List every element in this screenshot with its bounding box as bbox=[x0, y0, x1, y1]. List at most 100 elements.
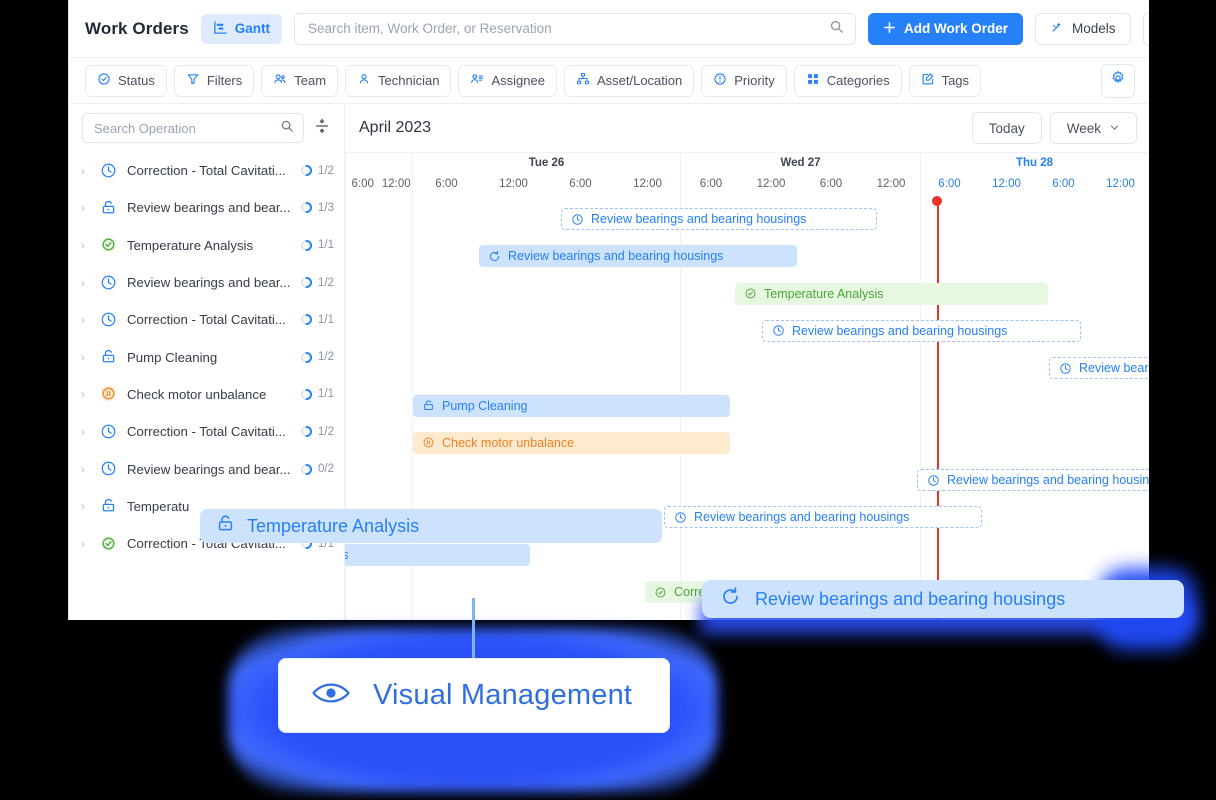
operation-search-input[interactable] bbox=[92, 119, 280, 137]
progress-indicator: 0/2 bbox=[300, 463, 334, 476]
gantt-bar[interactable]: Review bearings and bearing housings bbox=[479, 245, 797, 268]
grid-day-line bbox=[920, 200, 921, 620]
gantt-bar-label: Pump Cleaning bbox=[442, 398, 528, 413]
gantt-bar[interactable]: Review bearings and bearing housings bbox=[762, 319, 1081, 342]
magnified-bar-review-bearings[interactable]: Review bearings and bearing housings bbox=[702, 580, 1184, 618]
alert-circle-icon bbox=[713, 72, 727, 89]
operation-row[interactable]: › Temperature Analysis 1/1 bbox=[69, 227, 344, 264]
global-search[interactable] bbox=[294, 12, 857, 45]
settings-button[interactable] bbox=[1101, 63, 1135, 98]
page-title: Work Orders bbox=[85, 18, 189, 38]
filter-chip-label: Team bbox=[294, 73, 327, 88]
filter-chip-priority[interactable]: Priority bbox=[701, 64, 787, 97]
today-button[interactable]: Today bbox=[971, 112, 1042, 144]
operation-row[interactable]: › Pump Cleaning 1/2 bbox=[69, 338, 344, 375]
filter-chip-asset-location[interactable]: Asset/Location bbox=[563, 64, 695, 97]
check-circle-icon bbox=[97, 72, 111, 89]
collapse-rows-icon bbox=[315, 118, 329, 139]
progress-ring-icon bbox=[300, 426, 313, 438]
progress-label: 1/1 bbox=[318, 388, 334, 401]
filter-chip-filters[interactable]: Filters bbox=[173, 64, 255, 97]
magnified-bar-temperature-analysis[interactable]: Temperature Analysis bbox=[200, 509, 662, 543]
lock-icon bbox=[422, 399, 435, 412]
day-label: Wed 27 bbox=[780, 157, 821, 169]
progress-label: 0/2 bbox=[318, 463, 334, 476]
filter-chip-label: Status bbox=[118, 73, 155, 88]
expand-chevron-icon[interactable]: › bbox=[81, 202, 91, 214]
expand-chevron-icon[interactable]: › bbox=[81, 463, 91, 475]
gantt-bar-label: Review bearings and bearing housings bbox=[792, 323, 1008, 338]
gantt-bar[interactable]: Temperature Analysis bbox=[345, 543, 530, 566]
operation-row[interactable]: › Review bearings and bear... 1/3 bbox=[69, 189, 344, 226]
operation-search[interactable] bbox=[82, 113, 304, 143]
expand-chevron-icon[interactable]: › bbox=[81, 165, 91, 177]
expand-chevron-icon[interactable]: › bbox=[81, 538, 91, 550]
view-toggle-gantt[interactable]: Gantt bbox=[200, 13, 283, 44]
progress-indicator: 1/2 bbox=[300, 164, 334, 177]
lock-icon bbox=[216, 514, 235, 538]
gantt-bar[interactable]: Review bearings and bearing housings bbox=[664, 506, 982, 529]
clock-icon bbox=[100, 423, 118, 441]
operation-row[interactable]: › Review bearings and bear... 0/2 bbox=[69, 450, 344, 487]
gantt-bar[interactable]: Review bearings and bearing housin bbox=[917, 469, 1149, 492]
operation-row[interactable]: › Review bearings and bear... 1/2 bbox=[69, 264, 344, 301]
expand-chevron-icon[interactable]: › bbox=[81, 388, 91, 400]
gantt-bar[interactable]: Check motor unbalance bbox=[413, 431, 730, 454]
plus-icon bbox=[883, 21, 896, 37]
screenshot-stage: Work Orders Gantt Search item, Work Orde… bbox=[0, 0, 1216, 800]
filter-chip-status[interactable]: Status bbox=[85, 64, 167, 97]
progress-label: 1/2 bbox=[318, 351, 334, 364]
expand-chevron-icon[interactable]: › bbox=[81, 277, 91, 289]
operation-row[interactable]: › Check motor unbalance 1/1 bbox=[69, 376, 344, 413]
gantt-bar[interactable]: Temperature Analysis bbox=[735, 282, 1048, 305]
filter-chip-label: Filters bbox=[206, 73, 243, 88]
filter-chip-technician[interactable]: Technician bbox=[345, 64, 452, 97]
filter-chip-tags[interactable]: Tags bbox=[908, 64, 982, 97]
operation-row[interactable]: › Correction - Total Cavitati... 1/2 bbox=[69, 413, 344, 450]
hour-tick-label: 12:00 bbox=[633, 178, 662, 190]
funnel-icon bbox=[186, 72, 200, 89]
collapse-all-button[interactable] bbox=[312, 116, 332, 140]
expand-chevron-icon[interactable]: › bbox=[81, 426, 91, 438]
timeline-header: 6:00 12:00 Tue 26 6:00 12:00 6:00 12:00 Wed 27 6… bbox=[345, 152, 1149, 206]
operation-row[interactable]: › Correction - Total Cavitati... 1/1 bbox=[69, 301, 344, 338]
clock-icon bbox=[100, 460, 118, 478]
models-button[interactable]: Models bbox=[1035, 12, 1131, 45]
operation-label: Check motor unbalance bbox=[127, 386, 267, 402]
visual-management-badge[interactable]: Visual Management bbox=[278, 658, 670, 733]
visual-management-label: Visual Management bbox=[373, 679, 633, 711]
progress-ring-icon bbox=[300, 314, 313, 326]
expand-chevron-icon[interactable]: › bbox=[81, 239, 91, 251]
progress-ring-icon bbox=[300, 463, 313, 475]
filter-chip-team[interactable]: Team bbox=[261, 64, 339, 97]
search-input[interactable] bbox=[306, 20, 830, 37]
add-work-order-button[interactable]: Add Work Order bbox=[868, 12, 1024, 45]
lock-icon bbox=[100, 497, 118, 515]
progress-indicator: 1/1 bbox=[300, 388, 334, 401]
fullscreen-button[interactable] bbox=[1142, 11, 1149, 46]
gantt-bar[interactable]: Review beari bbox=[1049, 357, 1149, 380]
today-label: Today bbox=[988, 120, 1025, 136]
filter-chip-assignee[interactable]: Assignee bbox=[458, 64, 557, 97]
models-label: Models bbox=[1072, 21, 1116, 36]
gantt-bar[interactable]: Pump Cleaning bbox=[413, 394, 730, 417]
filter-chip-label: Priority bbox=[734, 73, 775, 88]
badge-connector-line bbox=[472, 598, 475, 660]
add-work-order-label: Add Work Order bbox=[904, 21, 1009, 36]
hour-tick-label: 12:00 bbox=[992, 178, 1021, 190]
filter-chip-categories[interactable]: Categories bbox=[793, 64, 902, 97]
expand-chevron-icon[interactable]: › bbox=[81, 351, 91, 363]
operation-row[interactable]: › Correction - Total Cavitati... 1/2 bbox=[69, 152, 344, 189]
gantt-bar[interactable]: Review bearings and bearing housings bbox=[561, 208, 877, 230]
range-select[interactable]: Week bbox=[1049, 112, 1137, 144]
timeline-day-column: 6:00 12:00 bbox=[345, 153, 412, 201]
progress-label: 1/1 bbox=[318, 239, 334, 252]
expand-chevron-icon[interactable]: › bbox=[81, 314, 91, 326]
timeline-month: April 2023 bbox=[359, 119, 432, 136]
person-list-icon bbox=[470, 72, 484, 89]
operation-label: Temperature Analysis bbox=[127, 237, 254, 253]
day-label: Tue 26 bbox=[528, 157, 565, 169]
hour-tick-label: 6:00 bbox=[569, 178, 592, 190]
expand-chevron-icon[interactable]: › bbox=[81, 500, 91, 512]
hour-tick-label: 6:00 bbox=[699, 178, 723, 190]
